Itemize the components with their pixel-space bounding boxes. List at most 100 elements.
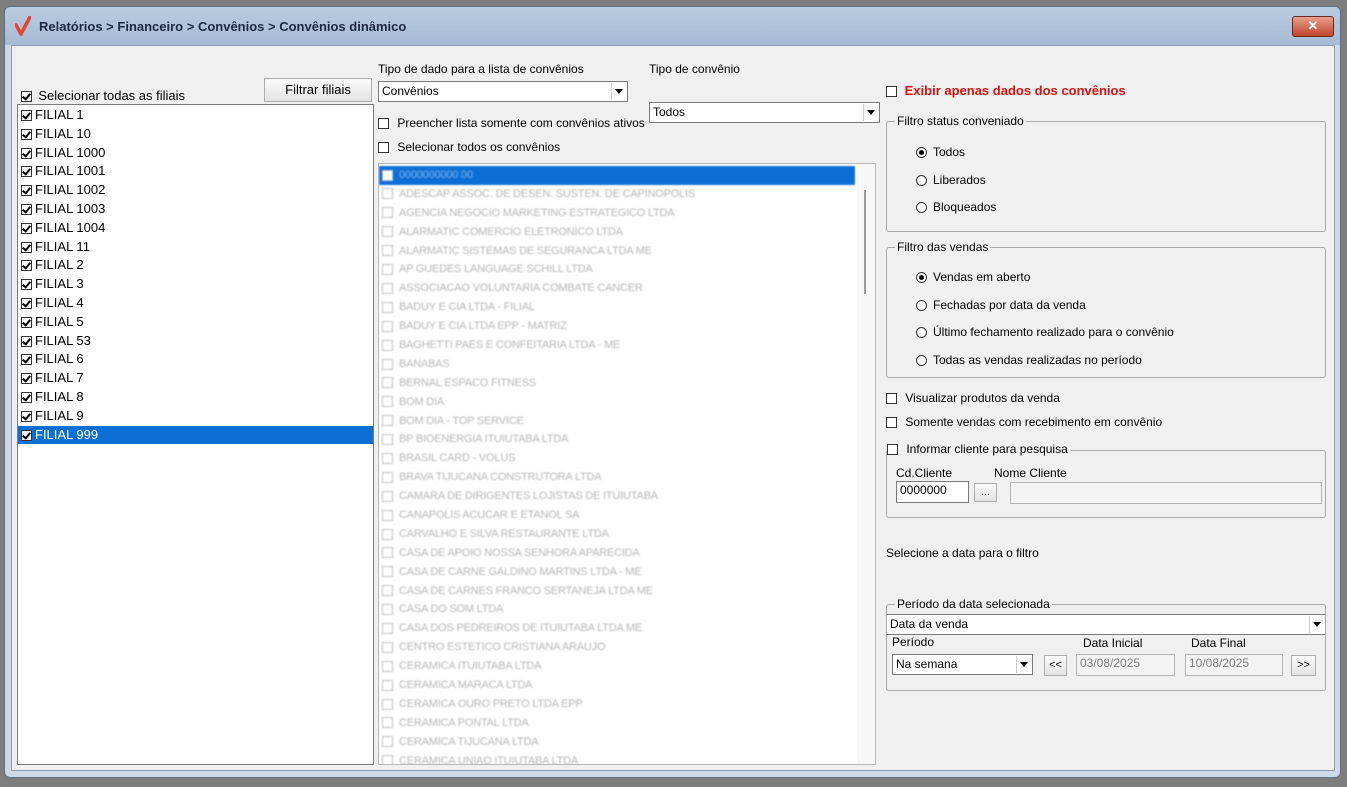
somente-vendas-checkbox[interactable] (886, 417, 897, 429)
convenio-item[interactable]: CERAMICA MARACA LTDA (379, 676, 855, 695)
filtro_status-radio-option[interactable]: Todos (916, 145, 965, 159)
convenio-checkbox[interactable] (382, 415, 393, 427)
convenio-checkbox[interactable] (382, 547, 393, 559)
convenio-item[interactable]: CARVALHO E SILVA RESTAURANTE LTDA (379, 525, 855, 544)
filial-item[interactable]: FILIAL 1004 (18, 219, 373, 238)
filial-item[interactable]: FILIAL 6 (18, 350, 373, 369)
filtro_status-radio-option[interactable]: Liberados (916, 173, 986, 187)
filtro_vendas-radio-option[interactable]: Último fechamento realizado para o convê… (916, 325, 1174, 339)
filial-checkbox[interactable] (21, 222, 32, 234)
filtro_vendas-radio-option[interactable]: Vendas em aberto (916, 270, 1030, 284)
convenio-item[interactable]: CASA DO SOM LTDA (379, 600, 855, 619)
filial-item[interactable]: FILIAL 4 (18, 294, 373, 313)
convenio-checkbox[interactable] (382, 660, 393, 672)
convenio-checkbox[interactable] (382, 320, 393, 332)
convenio-checkbox[interactable] (382, 452, 393, 464)
filtro_vendas-radio[interactable] (916, 354, 927, 366)
filial-item[interactable]: FILIAL 1002 (18, 181, 373, 200)
convenio-item[interactable]: AP GUEDES LANGUAGE SCHILL LTDA (379, 260, 855, 279)
convenio-checkbox[interactable] (382, 641, 393, 653)
prev-period-button[interactable]: << (1044, 655, 1067, 676)
convenio-item[interactable]: AGENCIA NEGOCIO MARKETING ESTRATEGICO LT… (379, 204, 855, 223)
convenio-item[interactable]: CERAMICA UNIAO ITUIUTABA LTDA (379, 752, 855, 764)
filial-item[interactable]: FILIAL 8 (18, 388, 373, 407)
scrollbar-thumb[interactable] (864, 190, 866, 294)
convenio-item[interactable]: CASA DE CARNES FRANCO SERTANEJA LTDA ME (379, 582, 855, 601)
data-final-input[interactable]: 10/08/2025 (1185, 654, 1283, 676)
convenio-checkbox[interactable] (382, 434, 393, 446)
convenio-checkbox[interactable] (382, 339, 393, 351)
preencher-ativos-checkbox[interactable] (378, 118, 389, 130)
convenio-checkbox[interactable] (382, 188, 393, 200)
chevron-down-icon[interactable] (1016, 656, 1031, 673)
filial-item[interactable]: FILIAL 5 (18, 313, 373, 332)
filial-checkbox[interactable] (21, 354, 32, 366)
convenio-item[interactable]: CERAMICA PONTAL LTDA (379, 714, 855, 733)
convenio-item[interactable]: BP BIOENERGIA ITUIUTABA LTDA (379, 430, 855, 449)
convenio-item[interactable]: ALARMATIC SISTEMAS DE SEGURANCA LTDA ME (379, 242, 855, 261)
convenio-checkbox[interactable] (382, 736, 393, 748)
filial-checkbox[interactable] (21, 166, 32, 178)
somente-vendas-option[interactable]: Somente vendas com recebimento em convên… (886, 415, 1162, 429)
filial-item[interactable]: FILIAL 7 (18, 369, 373, 388)
filtrar-filiais-button[interactable]: Filtrar filiais (264, 78, 372, 102)
convenio-item[interactable]: CENTRO ESTETICO CRISTIANA ARAUJO (379, 638, 855, 657)
filtro_vendas-radio[interactable] (916, 327, 927, 339)
filial-checkbox[interactable] (21, 279, 32, 291)
convenio-item[interactable]: CERAMICA OURO PRETO LTDA EPP (379, 695, 855, 714)
filtro_status-radio[interactable] (916, 202, 927, 214)
filial-item[interactable]: FILIAL 1 (18, 106, 373, 125)
informar-cliente-option[interactable]: Informar cliente para pesquisa (887, 442, 1070, 456)
convenio-checkbox[interactable] (382, 264, 393, 276)
convenio-item[interactable]: CAMARA DE DIRIGENTES LOJISTAS DE ITUIUTA… (379, 487, 855, 506)
convenio-item[interactable]: CERAMICA TIJUCANA LTDA (379, 733, 855, 752)
convenio-item[interactable]: BAGHETTI PAES E CONFEITARIA LTDA - ME (379, 336, 855, 355)
convenios-list[interactable]: 0000000000 00 ADESCAP ASSOC. DE DESEN. SU… (378, 163, 876, 765)
filial-checkbox[interactable] (21, 298, 32, 310)
lookup-cliente-button[interactable]: ... (974, 483, 997, 502)
filial-item[interactable]: FILIAL 11 (18, 238, 373, 257)
informar-cliente-checkbox[interactable] (887, 444, 898, 456)
convenio-item[interactable]: BRASIL CARD - VOLUS (379, 449, 855, 468)
next-period-button[interactable]: >> (1291, 655, 1316, 676)
convenio-item[interactable]: BERNAL ESPACO FITNESS (379, 374, 855, 393)
convenio-checkbox[interactable] (382, 301, 393, 313)
preencher-ativos-option[interactable]: Preencher lista somente com convênios at… (378, 116, 645, 130)
cd-cliente-input[interactable]: 0000000 (896, 481, 969, 503)
convenio-item[interactable]: CANAPOLIS ACUCAR E ETANOL SA (379, 506, 855, 525)
tipo-dado-select[interactable]: Convênios (378, 81, 628, 102)
convenio-checkbox[interactable] (382, 622, 393, 634)
convenio-item[interactable]: BRAVA TIJUCANA CONSTRUTORA LTDA (379, 468, 855, 487)
convenio-item[interactable]: CASA DOS PEDREIROS DE ITUIUTABA LTDA ME (379, 619, 855, 638)
filial-checkbox[interactable] (21, 128, 32, 140)
convenio-checkbox[interactable] (382, 585, 393, 597)
convenio-item[interactable]: CASA DE APOIO NOSSA SENHORA APARECIDA (379, 544, 855, 563)
filial-item[interactable]: FILIAL 1000 (18, 144, 373, 163)
filial-item[interactable]: FILIAL 3 (18, 275, 373, 294)
filial-checkbox[interactable] (21, 392, 32, 404)
filial-checkbox[interactable] (21, 110, 32, 122)
filial-item[interactable]: FILIAL 53 (18, 332, 373, 351)
tipo-convenio-select[interactable]: Todos (649, 102, 880, 123)
convenio-item[interactable]: ASSOCIACAO VOLUNTARIA COMBATE CANCER (379, 279, 855, 298)
filial-checkbox[interactable] (21, 241, 32, 253)
periodo-select[interactable]: Na semana (892, 654, 1033, 675)
convenio-item[interactable]: BADUY E CIA LTDA - FILIAL (379, 298, 855, 317)
convenio-checkbox[interactable] (382, 396, 393, 408)
filial-item[interactable]: FILIAL 1003 (18, 200, 373, 219)
filial-item[interactable]: FILIAL 2 (18, 256, 373, 275)
select-all-filiais-checkbox[interactable] (21, 91, 32, 103)
convenio-checkbox[interactable] (382, 509, 393, 521)
filial-item[interactable]: FILIAL 10 (18, 125, 373, 144)
convenio-checkbox[interactable] (382, 755, 393, 764)
filtro_status-radio[interactable] (916, 174, 927, 186)
selecionar-todos-conv-option[interactable]: Selecionar todos os convênios (378, 140, 560, 154)
convenio-checkbox[interactable] (382, 207, 393, 219)
select-all-filiais[interactable]: Selecionar todas as filiais (21, 88, 185, 103)
convenios-scrollbar[interactable] (857, 164, 875, 764)
filiais-list[interactable]: FILIAL 1 FILIAL 10 FILIAL 1000 FILIAL 1001 F… (17, 104, 374, 765)
exibir-apenas-checkbox[interactable] (886, 86, 897, 98)
convenio-checkbox[interactable] (382, 226, 393, 238)
selecionar-todos-conv-checkbox[interactable] (378, 142, 389, 154)
filial-checkbox[interactable] (21, 335, 32, 347)
